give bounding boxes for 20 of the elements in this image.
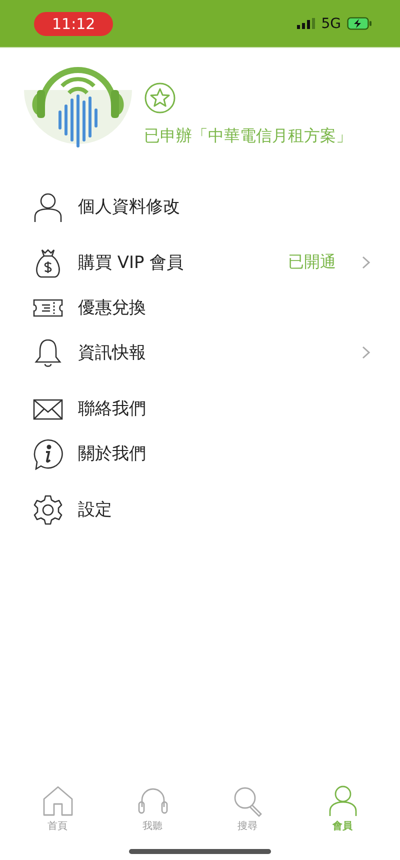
bell-icon	[32, 336, 64, 368]
menu-item[interactable]: 個人資料修改	[32, 184, 370, 229]
menu-item[interactable]: 設定	[32, 487, 370, 532]
time-pill: 11:12	[34, 12, 114, 36]
battery-charging-icon	[347, 17, 372, 30]
settings-icon	[32, 494, 64, 526]
chevron-right-icon	[362, 346, 370, 359]
home-icon	[40, 785, 74, 817]
status-text: 已開通	[288, 252, 336, 273]
menu-item[interactable]: 資訊快報	[32, 330, 370, 375]
menu-item[interactable]: 優惠兌換	[32, 285, 370, 330]
signal-icon	[297, 18, 316, 29]
plan-text: 已申辦「中華電信月租方案」	[144, 126, 352, 147]
network-label: 5G	[321, 16, 341, 32]
menu-item[interactable]: 聯絡我們	[32, 386, 370, 431]
person-icon	[32, 190, 64, 222]
menu-item[interactable]: 購買 VIP 會員 已開通	[32, 240, 370, 285]
chevron-right-icon	[362, 256, 370, 269]
info-icon	[32, 438, 64, 470]
menu-item[interactable]: 關於我們	[32, 431, 370, 476]
